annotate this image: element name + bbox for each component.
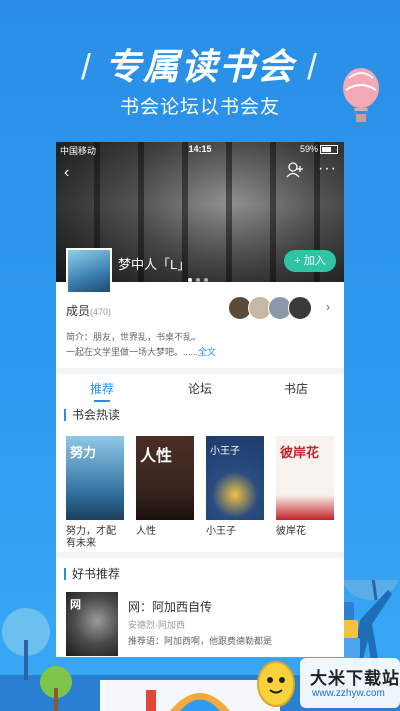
tab-recommend[interactable]: 推荐: [72, 380, 132, 397]
phone-screen: 中国移动 14:15 59% ‹ ··· 梦中人「L」 + 加入 成员(470)…: [56, 142, 344, 657]
tab-bar: 推荐 论坛 书店: [56, 378, 344, 402]
join-button[interactable]: + 加入: [284, 250, 336, 272]
tab-bookstore[interactable]: 书店: [266, 380, 326, 397]
book-title: 彼岸花: [276, 526, 306, 537]
members-label: 成员(470): [66, 302, 111, 319]
back-arrow-icon[interactable]: ‹: [64, 164, 69, 182]
book-title: 人性: [136, 526, 156, 537]
slash-right: /: [307, 46, 320, 87]
section-divider: [56, 552, 344, 558]
book-card[interactable]: 人性 人性: [136, 436, 194, 538]
section-divider: [56, 368, 344, 374]
book-card[interactable]: 彼岸花 彼岸花: [276, 436, 334, 538]
cover-text: 小王子: [210, 446, 240, 457]
book-card[interactable]: 小王子 小王子: [206, 436, 264, 538]
book-title: 网：阿加西自传: [128, 600, 213, 614]
members-count: (470): [90, 307, 112, 317]
slash-left: /: [80, 46, 93, 87]
book-description: 推荐语：阿加西啊，他跟费德勒都是: [128, 636, 273, 646]
battery-icon: [320, 145, 338, 155]
battery-indicator: 59%: [299, 144, 338, 155]
read-full-link[interactable]: 全文: [198, 347, 216, 357]
cover-text: 人性: [140, 448, 173, 465]
rec-section-title: 好书推荐: [64, 568, 120, 580]
intro-line-2: 一起在文学里做一场大梦吧。......: [66, 347, 199, 357]
hot-section-title: 书会热读: [64, 409, 120, 421]
group-intro: 简介：朋友，世界乱，书桌不乱。 一起在文学里做一场大梦吧。......全文: [66, 330, 334, 360]
chevron-right-icon: ›: [326, 300, 330, 314]
book-cover: 网: [66, 592, 118, 656]
battery-percent: 59%: [299, 144, 318, 154]
mascot-icon: [257, 661, 295, 707]
book-title: 小王子: [206, 526, 236, 537]
watermark-name: 大米下载站: [310, 669, 400, 688]
members-label-text: 成员: [66, 304, 91, 318]
book-cover: 努力: [66, 436, 124, 520]
hot-air-balloon-icon: [343, 68, 379, 122]
intro-line-1: 简介：朋友，世界乱，书桌不乱。: [66, 332, 202, 342]
book-cover: 彼岸花: [276, 436, 334, 520]
group-cover-image: [66, 248, 112, 294]
watermark-url: www.zzhyw.com: [312, 688, 385, 699]
active-tab-indicator: [94, 400, 110, 402]
cover-text: 彼岸花: [280, 445, 320, 460]
more-options-icon[interactable]: ···: [318, 160, 337, 178]
group-name: 梦中人「L」: [118, 257, 191, 272]
site-watermark: 大米下载站 www.zzhyw.com: [256, 652, 400, 711]
book-cover: 小王子: [206, 436, 264, 520]
cover-text: 努力: [70, 445, 97, 460]
headline-text: 专属读书会: [104, 46, 295, 87]
book-card[interactable]: 努力 努力，才配有未来: [66, 436, 124, 550]
carousel-dots: [188, 269, 212, 287]
status-bar: 中国移动 14:15 59%: [56, 144, 344, 158]
book-author: 安德烈·阿加西: [128, 620, 185, 630]
recommended-book[interactable]: 网 网：阿加西自传 安德烈·阿加西 推荐语：阿加西啊，他跟费德勒都是: [66, 592, 336, 657]
add-user-icon[interactable]: [286, 162, 304, 181]
book-cover: 人性: [136, 436, 194, 520]
book-title: 努力，才配有未来: [66, 526, 116, 549]
cover-text: 网: [70, 599, 81, 611]
tab-forum[interactable]: 论坛: [170, 380, 230, 397]
avatar: [288, 296, 312, 320]
members-row[interactable]: 成员(470) ›: [56, 292, 344, 322]
